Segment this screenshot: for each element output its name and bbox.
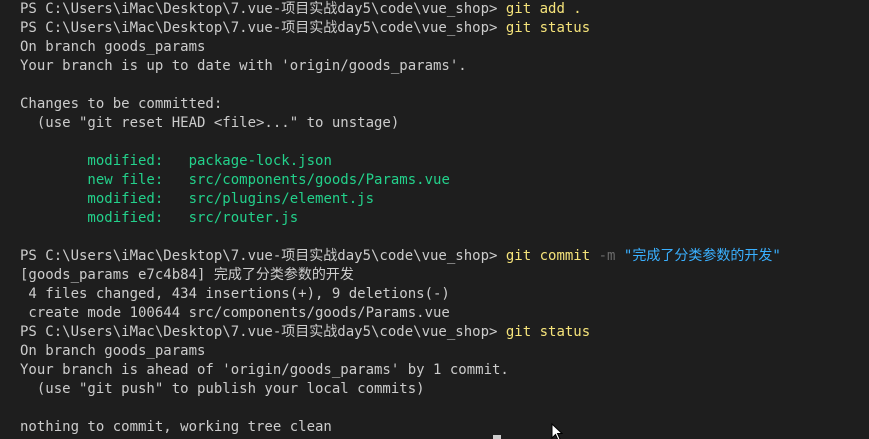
command-flag: -m — [598, 248, 616, 264]
command: git status — [505, 324, 591, 340]
prompt: PS C:\Users\iMac\Desktop\7.vue-项目实战day5\… — [20, 324, 506, 340]
terminal-line: Your branch is ahead of 'origin/goods_pa… — [20, 362, 509, 378]
change-file: src/router.js — [188, 210, 299, 226]
change-file: src/plugins/element.js — [188, 191, 375, 207]
prompt: PS C:\Users\iMac\Desktop\7.vue-项目实战day5\… — [20, 1, 506, 17]
terminal-output: PS C:\Users\iMac\Desktop\7.vue-项目实战day5\… — [20, 0, 781, 437]
command: git status — [505, 20, 591, 36]
staged-change: new file: src/components/goods/Params.vu… — [20, 171, 781, 190]
mouse-pointer-icon — [551, 423, 563, 439]
terminal-line: PS C:\Users\iMac\Desktop\7.vue-项目实战day5\… — [20, 19, 781, 38]
prompt: PS C:\Users\iMac\Desktop\7.vue-项目实战day5\… — [20, 20, 506, 36]
staged-change: modified: package-lock.json — [20, 152, 781, 171]
change-file: package-lock.json — [188, 153, 332, 169]
commit-message: "完成了分类参数的开发" — [623, 248, 781, 264]
terminal-panel[interactable]: PS C:\Users\iMac\Desktop\7.vue-项目实战day5\… — [0, 0, 869, 439]
command: git commit — [505, 248, 591, 264]
terminal-line: nothing to commit, working tree clean — [20, 419, 332, 435]
change-status: modified: — [20, 210, 189, 226]
terminal-line: (use "git reset HEAD <file>..." to unsta… — [20, 115, 400, 131]
prompt: PS C:\Users\iMac\Desktop\7.vue-项目实战day5\… — [20, 248, 506, 264]
terminal-line: (use "git push" to publish your local co… — [20, 381, 425, 397]
terminal-line: PS C:\Users\iMac\Desktop\7.vue-项目实战day5\… — [20, 323, 781, 342]
terminal-line: Your branch is up to date with 'origin/g… — [20, 58, 467, 74]
terminal-line: PS C:\Users\iMac\Desktop\7.vue-项目实战day5\… — [20, 247, 781, 266]
terminal-line: PS C:\Users\iMac\Desktop\7.vue-项目实战day5\… — [20, 0, 781, 19]
terminal-line: 4 files changed, 434 insertions(+), 9 de… — [20, 286, 450, 302]
terminal-line: [goods_params e7c4b84] 完成了分类参数的开发 — [20, 267, 354, 283]
staged-change: modified: src/router.js — [20, 209, 781, 228]
terminal-line: On branch goods_params — [20, 343, 206, 359]
terminal-line: Changes to be committed: — [20, 96, 223, 112]
staged-change: modified: src/plugins/element.js — [20, 190, 781, 209]
change-file: src/components/goods/Params.vue — [188, 172, 450, 188]
text-cursor — [493, 435, 501, 439]
command: git add . — [505, 1, 582, 17]
change-status: modified: — [20, 153, 189, 169]
terminal-line: create mode 100644 src/components/goods/… — [20, 305, 450, 321]
change-status: modified: — [20, 191, 189, 207]
change-status: new file: — [20, 172, 189, 188]
terminal-line: On branch goods_params — [20, 39, 206, 55]
